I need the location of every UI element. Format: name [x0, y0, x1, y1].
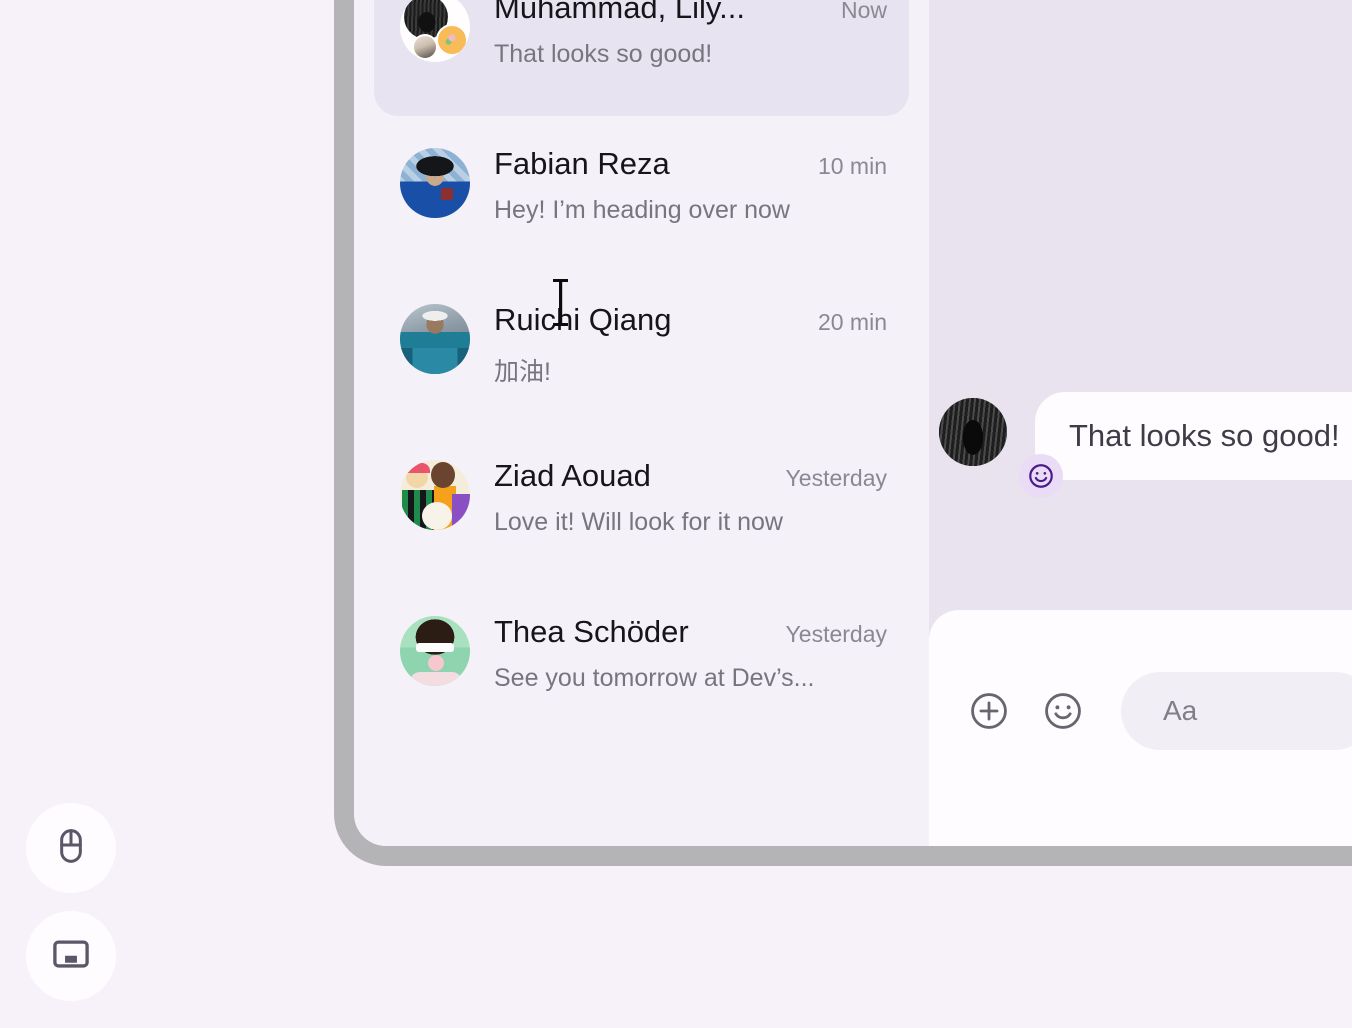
conversation-name: Ziad Aouad	[494, 458, 651, 493]
message-composer: Aa	[929, 610, 1352, 846]
avatar-ruichi-qiang	[400, 304, 470, 374]
conversation-name: Ruichi Qiang	[494, 302, 672, 337]
conversation-timestamp: 10 min	[817, 153, 887, 179]
avatar-fabian-reza	[400, 148, 470, 218]
avatar-ziad-aouad	[400, 460, 470, 530]
conversation-item-header: Ruichi Qiang 20 min	[494, 302, 887, 338]
conversation-item-body: Fabian Reza 10 min Hey! I’m heading over…	[494, 144, 887, 225]
conversation-preview: Love it! Will look for it now	[494, 507, 783, 536]
trackpad-icon	[50, 933, 92, 980]
mouse-icon	[51, 826, 91, 871]
avatar-detail	[410, 672, 462, 686]
group-avatar-photo-2	[412, 34, 438, 60]
conversation-list-item-3[interactable]: Ziad Aouad Yesterday Love it! Will look …	[374, 428, 909, 584]
plus-circle-icon[interactable]	[967, 689, 1011, 733]
avatar-dark-figure	[939, 398, 1007, 466]
avatar-detail	[431, 462, 455, 488]
conversation-timestamp: 20 min	[817, 309, 887, 335]
avatar-detail	[428, 655, 444, 671]
conversation-timestamp: Yesterday	[785, 465, 887, 491]
conversation-preview: Hey! I’m heading over now	[494, 195, 790, 224]
conversation-item-body: Thea Schöder Yesterday See you tomorrow …	[494, 612, 887, 693]
conversation-item-body: Muhammad, Lily... Now That looks so good…	[494, 0, 887, 69]
avatar-image	[400, 304, 470, 374]
avatar-detail	[452, 494, 470, 530]
avatar-detail	[422, 502, 452, 530]
conversation-item-body: Ruichi Qiang 20 min 加油!	[494, 300, 887, 388]
message-bubble-container: That looks so good!	[1019, 392, 1352, 498]
group-avatar-photo-3	[436, 24, 468, 56]
conversation-item-header: Muhammad, Lily... Now	[494, 0, 887, 26]
trackpad-mode-button[interactable]	[26, 911, 116, 1001]
conversation-preview: That looks so good!	[494, 39, 713, 68]
group-avatar	[400, 0, 470, 62]
avatar-image	[400, 148, 470, 218]
conversation-timestamp: Now	[840, 0, 887, 23]
conversation-timestamp: Yesterday	[785, 621, 887, 647]
conversation-item-header: Fabian Reza 10 min	[494, 146, 887, 182]
conversation-preview: See you tomorrow at Dev’s...	[494, 663, 815, 692]
message-input[interactable]: Aa	[1121, 672, 1352, 750]
smiley-face-icon[interactable]	[1041, 689, 1085, 733]
chat-thread-panel: That looks so good! Aa	[929, 0, 1352, 846]
conversation-list-item-4[interactable]: Thea Schöder Yesterday See you tomorrow …	[374, 584, 909, 740]
conversation-name: Fabian Reza	[494, 146, 670, 181]
conversation-name: Thea Schöder	[494, 614, 689, 649]
messaging-app-window: Muhammad, Lily... Now That looks so good…	[354, 0, 1352, 846]
avatar-detail	[416, 643, 454, 652]
conversation-list-item-1[interactable]: Fabian Reza 10 min Hey! I’m heading over…	[374, 116, 909, 272]
avatar-image	[939, 398, 1007, 466]
conversation-list-item-0[interactable]: Muhammad, Lily... Now That looks so good…	[374, 0, 909, 116]
avatar-thea-schoder	[400, 616, 470, 686]
conversation-item-header: Ziad Aouad Yesterday	[494, 458, 887, 494]
conversation-item-body: Ziad Aouad Yesterday Love it! Will look …	[494, 456, 887, 537]
composer-controls-row: Aa	[967, 672, 1352, 750]
conversation-item-header: Thea Schöder Yesterday	[494, 614, 887, 650]
conversation-name: Muhammad, Lily...	[494, 0, 745, 25]
conversation-list-item-2[interactable]: Ruichi Qiang 20 min 加油!	[374, 272, 909, 428]
smiley-face-icon[interactable]	[1019, 454, 1063, 498]
conversation-preview: 加油!	[494, 357, 551, 386]
message-bubble[interactable]: That looks so good!	[1035, 392, 1352, 480]
avatar-detail	[404, 463, 430, 473]
chat-message[interactable]: That looks so good!	[939, 392, 1352, 498]
mouse-mode-button[interactable]	[26, 803, 116, 893]
conversation-list[interactable]: Muhammad, Lily... Now That looks so good…	[354, 0, 929, 846]
